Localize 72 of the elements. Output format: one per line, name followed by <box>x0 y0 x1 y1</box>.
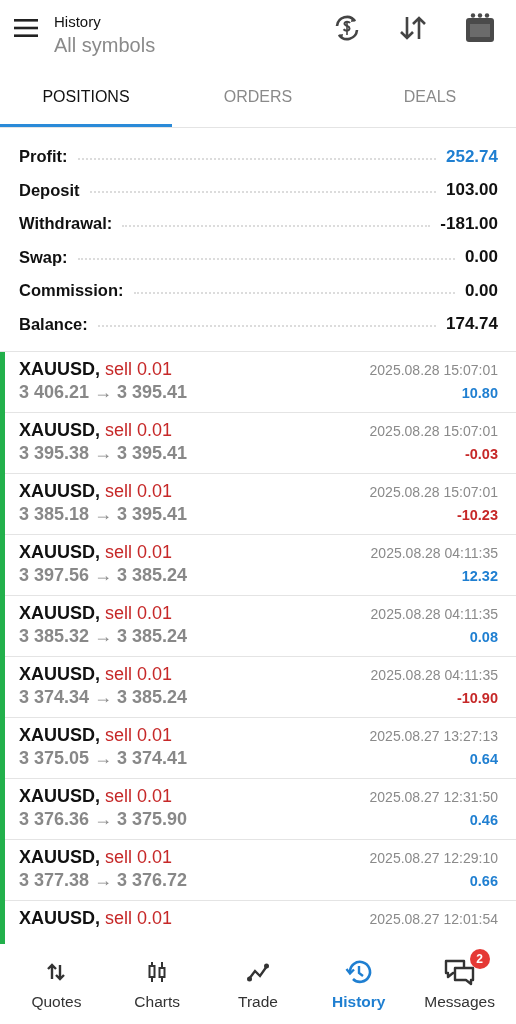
symbol-filter[interactable]: All symbols <box>54 34 156 57</box>
position-time: 2025.08.27 12:31:50 <box>369 789 498 805</box>
position-profit: 10.80 <box>461 385 498 401</box>
position-time: 2025.08.28 15:07:01 <box>369 484 498 500</box>
summary-value: 174.74 <box>446 314 498 335</box>
position-prices: 3 385.32 → 3 385.24 <box>19 626 188 647</box>
position-row[interactable]: XAUUSD, sell 0.01 2025.08.27 13:27:13 3 375.05 → 3 374.41 0.64 <box>5 718 516 779</box>
position-prices: 3 395.38 → 3 395.41 <box>19 443 188 464</box>
position-title: XAUUSD, sell 0.01 <box>19 420 173 441</box>
position-prices: 3 397.56 → 3 385.24 <box>19 565 188 586</box>
position-profit: -10.23 <box>456 507 498 523</box>
summary-label: Commission: <box>19 281 124 301</box>
position-title: XAUUSD, sell 0.01 <box>19 786 173 807</box>
nav-item[interactable]: Quotes <box>6 944 107 1024</box>
position-time: 2025.08.28 15:07:01 <box>369 362 498 378</box>
position-time: 2025.08.28 15:07:01 <box>369 423 498 439</box>
position-prices: 3 375.05 → 3 374.41 <box>19 748 188 769</box>
summary-label: Deposit <box>19 180 80 200</box>
position-time: 2025.08.28 04:11:35 <box>370 545 498 561</box>
position-title: XAUUSD, sell 0.01 <box>19 542 173 563</box>
position-row[interactable]: XAUUSD, sell 0.01 2025.08.27 12:29:10 3 377.38 → 3 376.72 0.66 <box>5 840 516 901</box>
position-profit: 0.46 <box>469 812 498 828</box>
position-title: XAUUSD, sell 0.01 <box>19 481 173 502</box>
position-title: XAUUSD, sell 0.01 <box>19 725 173 746</box>
position-title: XAUUSD, sell 0.01 <box>19 908 173 929</box>
nav-item[interactable]: Charts <box>106 944 208 1024</box>
screen-title: History <box>54 13 101 30</box>
position-prices: 3 374.34 → 3 385.24 <box>19 687 188 708</box>
position-time: 2025.08.27 13:27:13 <box>369 728 498 744</box>
position-row[interactable]: XAUUSD, sell 0.01 2025.08.28 04:11:35 3 385.32 → 3 385.24 0.08 <box>5 596 516 657</box>
position-time: 2025.08.28 04:11:35 <box>370 667 498 683</box>
position-title: XAUUSD, sell 0.01 <box>19 664 173 685</box>
nav-item[interactable]: Trade <box>207 944 309 1024</box>
position-title: XAUUSD, sell 0.01 <box>19 603 173 624</box>
history-icon <box>344 958 373 986</box>
summary-value: 0.00 <box>464 247 498 268</box>
position-profit: 0.66 <box>469 873 498 889</box>
position-row[interactable]: XAUUSD, sell 0.01 2025.08.28 15:07:01 3 385.18 → 3 395.41 -10.23 <box>5 474 516 535</box>
position-prices: 3 385.18 → 3 395.41 <box>19 504 188 525</box>
summary-value: -181.00 <box>440 213 498 234</box>
position-row[interactable]: XAUUSD, sell 0.01 2025.08.28 04:11:35 3 397.56 → 3 385.24 12.32 <box>5 535 516 596</box>
position-profit: -10.90 <box>456 690 498 706</box>
summary-label: Swap: <box>19 247 68 267</box>
summary-value: 252.74 <box>446 146 498 167</box>
summary-label: Withdrawal: <box>19 214 113 234</box>
summary-value: 103.00 <box>446 180 498 201</box>
position-profit: 12.32 <box>461 568 498 584</box>
nav-item[interactable]: History <box>308 944 410 1024</box>
position-profit: -0.03 <box>464 446 498 462</box>
summary-label: Balance: <box>19 314 88 334</box>
position-time: 2025.08.27 12:01:54 <box>369 911 498 927</box>
position-row[interactable]: XAUUSD, sell 0.01 2025.08.28 15:07:01 3 406.21 → 3 395.41 10.80 <box>5 352 516 413</box>
nav-item[interactable]: 2 Messages <box>409 944 510 1024</box>
position-time: 2025.08.28 04:11:35 <box>370 606 498 622</box>
summary-value: 0.00 <box>464 280 498 301</box>
summary-label: Profit: <box>19 147 68 167</box>
position-row[interactable]: XAUUSD, sell 0.01 2025.08.28 04:11:35 3 374.34 → 3 385.24 -10.90 <box>5 657 516 718</box>
position-time: 2025.08.27 12:29:10 <box>369 850 498 866</box>
position-row[interactable]: XAUUSD, sell 0.01 2025.08.28 15:07:01 3 395.38 → 3 395.41 -0.03 <box>5 413 516 474</box>
unread-badge: 2 <box>469 949 490 969</box>
position-title: XAUUSD, sell 0.01 <box>19 359 173 380</box>
position-profit: 0.64 <box>469 751 498 767</box>
menu-icon[interactable] <box>14 19 38 37</box>
tab[interactable]: POSITIONS <box>0 70 172 127</box>
position-row[interactable]: XAUUSD, sell 0.01 2025.08.27 12:31:50 3 376.36 → 3 375.90 0.46 <box>5 779 516 840</box>
position-prices: 3 406.21 → 3 395.41 <box>19 382 188 403</box>
position-title: XAUUSD, sell 0.01 <box>19 847 173 868</box>
chat-icon <box>443 958 476 986</box>
position-profit: 0.08 <box>469 629 498 645</box>
position-prices: 3 376.36 → 3 375.90 <box>19 809 188 830</box>
calendar-icon[interactable] <box>464 12 496 44</box>
position-prices: 3 377.38 → 3 376.72 <box>19 870 188 891</box>
